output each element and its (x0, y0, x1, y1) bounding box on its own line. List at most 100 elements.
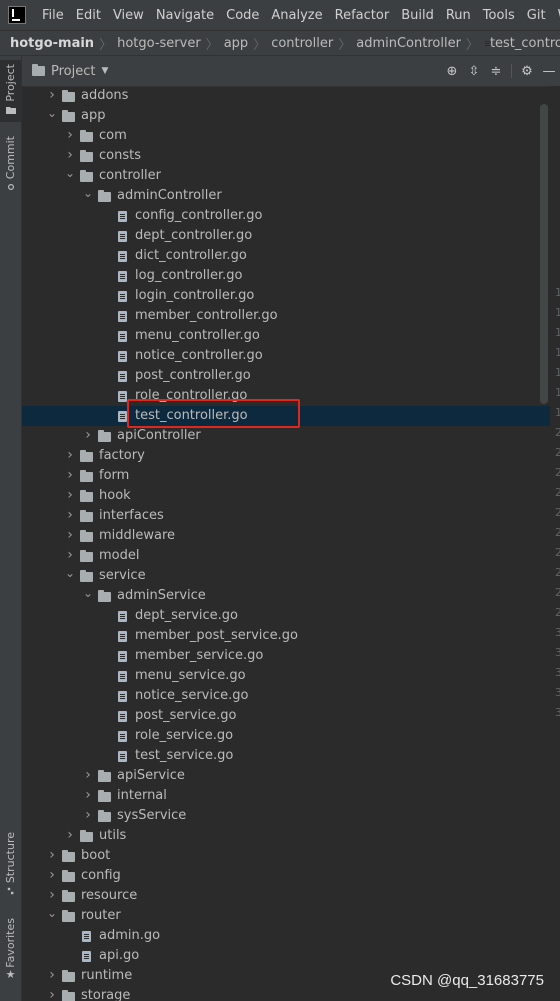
chevron-right-icon[interactable]: › (82, 426, 94, 445)
tree-folder-row[interactable]: › model (22, 546, 550, 566)
tree-folder-row[interactable]: ⌄ app (22, 106, 550, 126)
go-file-icon (118, 231, 127, 242)
menu-window[interactable]: Window (552, 8, 560, 23)
chevron-down-icon[interactable]: ⌄ (64, 166, 76, 180)
tree-file-row[interactable]: menu_service.go (22, 666, 550, 686)
breadcrumb-admincontroller[interactable]: adminController (353, 36, 464, 51)
tree-file-row[interactable]: member_controller.go (22, 306, 550, 326)
chevron-right-icon[interactable]: › (64, 486, 76, 505)
chevron-right-icon[interactable]: › (46, 86, 58, 105)
tree-file-row[interactable]: notice_controller.go (22, 346, 550, 366)
tree-folder-row[interactable]: › apiService (22, 766, 550, 786)
tree-folder-row[interactable]: › apiController (22, 426, 550, 446)
chevron-down-icon[interactable]: ⌄ (64, 566, 76, 580)
structure-tool-tab[interactable]: Structure (0, 832, 21, 902)
tree-file-row[interactable]: api.go (22, 946, 550, 966)
breadcrumb-controller[interactable]: controller (268, 36, 336, 51)
tree-folder-row[interactable]: ⌄ controller (22, 166, 550, 186)
expand-all-icon[interactable]: ⇳ (463, 64, 485, 79)
tree-folder-row[interactable]: › middleware (22, 526, 550, 546)
tree-file-row[interactable]: notice_service.go (22, 686, 550, 706)
tree-file-row[interactable]: post_controller.go (22, 366, 550, 386)
tree-file-row[interactable]: role_service.go (22, 726, 550, 746)
chevron-right-icon[interactable]: › (64, 126, 76, 145)
chevron-right-icon[interactable]: › (82, 806, 94, 825)
menu-git[interactable]: Git (521, 8, 552, 23)
chevron-down-icon[interactable]: ⌄ (82, 586, 94, 600)
chevron-right-icon[interactable]: › (46, 966, 58, 985)
minimize-icon[interactable]: — (538, 64, 560, 79)
tree-file-row[interactable]: post_service.go (22, 706, 550, 726)
tree-file-row[interactable]: login_controller.go (22, 286, 550, 306)
menu-tools[interactable]: Tools (477, 8, 521, 23)
tree-folder-row[interactable]: › config (22, 866, 550, 886)
tree-folder-row[interactable]: › addons (22, 86, 550, 106)
menu-file[interactable]: File (36, 8, 70, 23)
tree-folder-row[interactable]: ⌄ adminService (22, 586, 550, 606)
locate-file-icon[interactable]: ⊕ (441, 64, 463, 79)
project-tool-tab[interactable]: Project (0, 60, 21, 122)
panel-title[interactable]: Project (51, 64, 95, 79)
chevron-right-icon[interactable]: › (82, 766, 94, 785)
tree-file-row[interactable]: admin.go (22, 926, 550, 946)
menu-analyze[interactable]: Analyze (265, 8, 328, 23)
tree-file-row[interactable]: log_controller.go (22, 266, 550, 286)
chevron-right-icon[interactable]: › (64, 526, 76, 545)
gear-icon[interactable]: ⚙ (516, 64, 538, 79)
chevron-right-icon[interactable]: › (64, 546, 76, 565)
tree-folder-row[interactable]: ⌄ router (22, 906, 550, 926)
gutter-line-number: 1 (555, 286, 560, 299)
tree-folder-row[interactable]: › boot (22, 846, 550, 866)
favorites-tool-tab[interactable]: Favorites ★ (0, 918, 21, 994)
tree-folder-row[interactable]: › utils (22, 826, 550, 846)
chevron-right-icon[interactable]: › (46, 846, 58, 865)
chevron-right-icon[interactable]: › (64, 826, 76, 845)
breadcrumb-test-controller[interactable]: test_controller.go (487, 36, 560, 51)
chevron-right-icon[interactable]: › (46, 986, 58, 1001)
menu-edit[interactable]: Edit (70, 8, 107, 23)
chevron-right-icon[interactable]: › (64, 146, 76, 165)
tree-folder-row[interactable]: › form (22, 466, 550, 486)
menu-view[interactable]: View (107, 8, 150, 23)
chevron-down-icon[interactable]: ▼ (101, 66, 108, 76)
tree-folder-row[interactable]: › hook (22, 486, 550, 506)
tree-file-row[interactable]: menu_controller.go (22, 326, 550, 346)
chevron-right-icon[interactable]: › (64, 506, 76, 525)
tree-folder-row[interactable]: › com (22, 126, 550, 146)
breadcrumb-app[interactable]: app (221, 36, 251, 51)
tree-file-row[interactable]: config_controller.go (22, 206, 550, 226)
chevron-down-icon[interactable]: ⌄ (46, 106, 58, 120)
tree-file-row[interactable]: dict_controller.go (22, 246, 550, 266)
tree-folder-row[interactable]: › resource (22, 886, 550, 906)
tree-file-row[interactable]: dept_controller.go (22, 226, 550, 246)
collapse-all-icon[interactable]: ≑ (485, 64, 507, 79)
chevron-down-icon[interactable]: ⌄ (46, 906, 58, 920)
tree-file-row[interactable]: member_service.go (22, 646, 550, 666)
menu-run[interactable]: Run (440, 8, 477, 23)
breadcrumb-project[interactable]: hotgo-main (0, 36, 97, 51)
menu-code[interactable]: Code (220, 8, 265, 23)
breadcrumb-hotgo-server[interactable]: hotgo-server (114, 36, 204, 51)
tree-file-row[interactable]: test_service.go (22, 746, 550, 766)
chevron-right-icon[interactable]: › (46, 866, 58, 885)
tree-folder-row[interactable]: › internal (22, 786, 550, 806)
tree-file-row[interactable]: dept_service.go (22, 606, 550, 626)
tree-folder-row[interactable]: › sysService (22, 806, 550, 826)
chevron-right-icon[interactable]: › (82, 786, 94, 805)
tree-folder-row[interactable]: ⌄ service (22, 566, 550, 586)
chevron-down-icon[interactable]: ⌄ (82, 186, 94, 200)
menu-navigate[interactable]: Navigate (150, 8, 220, 23)
tree-folder-row[interactable]: › interfaces (22, 506, 550, 526)
menu-build[interactable]: Build (395, 8, 440, 23)
tree-file-row[interactable]: member_post_service.go (22, 626, 550, 646)
tree-folder-row[interactable]: › factory (22, 446, 550, 466)
menu-refactor[interactable]: Refactor (329, 8, 396, 23)
tree-scrollbar[interactable] (540, 104, 548, 404)
chevron-right-icon[interactable]: › (64, 466, 76, 485)
intellij-logo-icon[interactable] (8, 6, 26, 24)
commit-tool-tab[interactable]: Commit (0, 136, 21, 202)
chevron-right-icon[interactable]: › (46, 886, 58, 905)
chevron-right-icon[interactable]: › (64, 446, 76, 465)
tree-folder-row[interactable]: › consts (22, 146, 550, 166)
tree-folder-row[interactable]: ⌄ adminController (22, 186, 550, 206)
